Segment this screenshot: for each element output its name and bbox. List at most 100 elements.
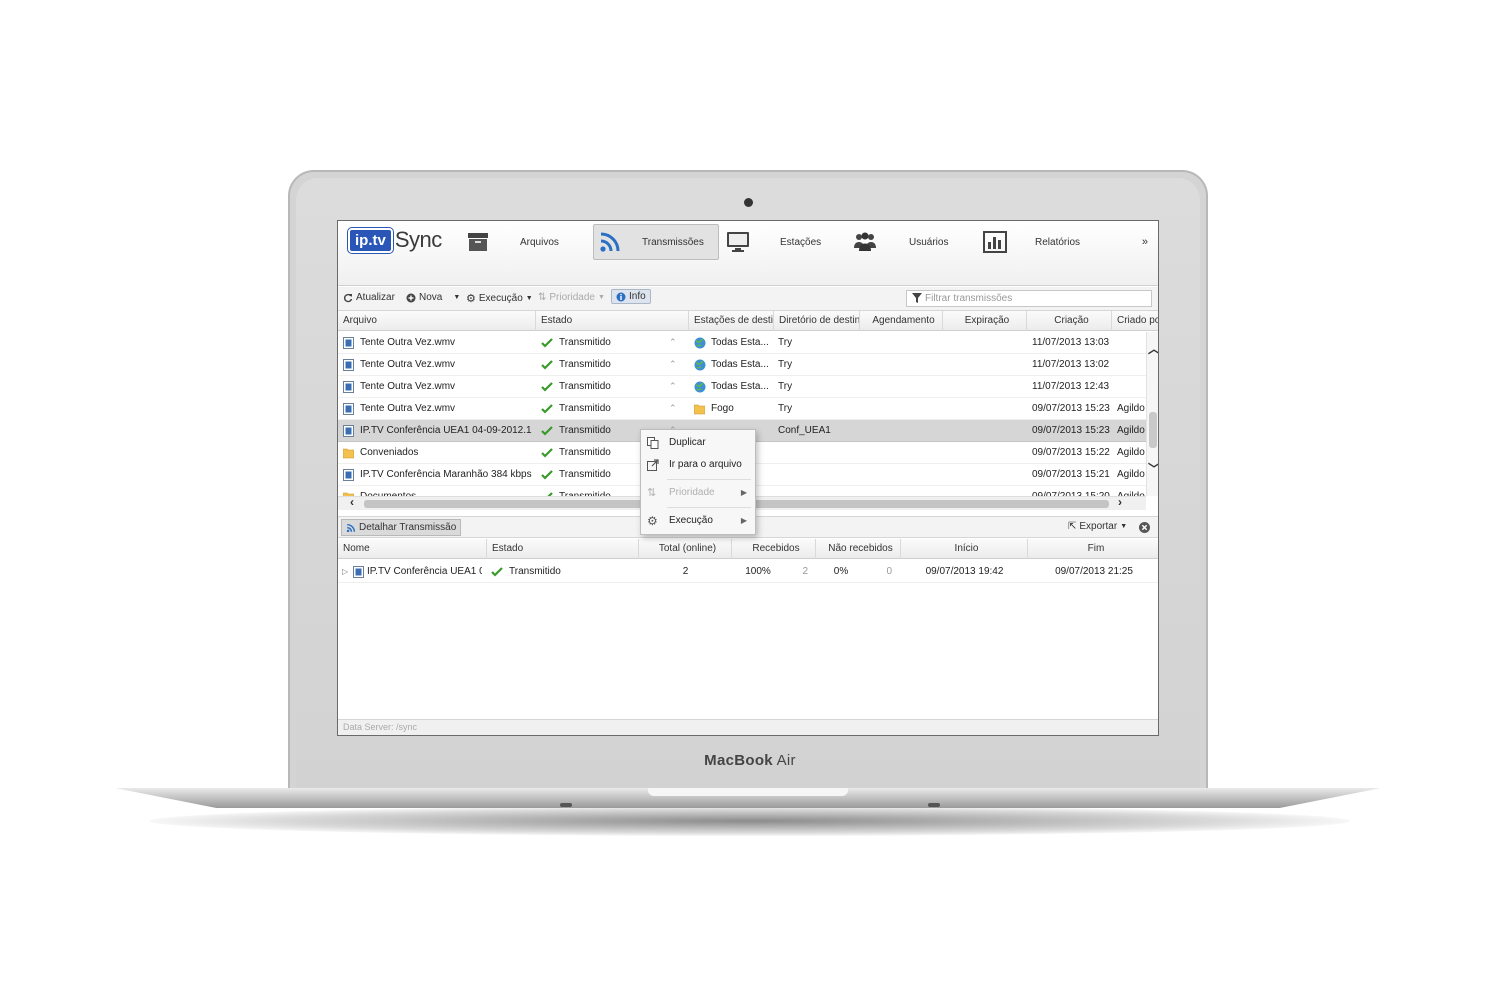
- column-header[interactable]: Estado: [536, 311, 689, 331]
- video-file-icon: [343, 403, 354, 415]
- table-row[interactable]: Tente Outra Vez.wmv Transmitido ⌃ Todas Est…: [338, 354, 1146, 376]
- video-file-icon: [343, 425, 354, 437]
- laptop-notch: [648, 788, 848, 796]
- vertical-scrollbar[interactable]: ︿ ﹀: [1146, 332, 1158, 496]
- nav-item-relatorios[interactable]: Relatórios: [983, 224, 1103, 260]
- check-icon: [541, 338, 553, 348]
- table-row[interactable]: Tente Outra Vez.wmv Transmitido ⌃ Fogo Try 09…: [338, 398, 1146, 420]
- globe-icon: [694, 359, 706, 371]
- check-icon: [541, 382, 553, 392]
- file-name: Tente Outra Vez.wmv: [360, 381, 456, 392]
- info-label: Info: [629, 291, 646, 302]
- scroll-thumb[interactable]: [1149, 412, 1157, 448]
- copy-icon: [647, 437, 659, 449]
- nav-more-button[interactable]: »: [1142, 236, 1148, 248]
- column-header[interactable]: Total (online): [639, 539, 732, 559]
- scroll-right-icon[interactable]: ›: [1118, 495, 1122, 509]
- info-button[interactable]: Info: [611, 289, 651, 304]
- logo[interactable]: ip.tv Sync: [348, 227, 442, 253]
- directory: Try: [778, 381, 793, 392]
- submenu-arrow-icon: ▶: [740, 516, 747, 525]
- globe-icon: [694, 337, 706, 349]
- directory: Try: [778, 337, 793, 348]
- ctx-item-execution[interactable]: ⚙ Execução ▶: [641, 510, 755, 532]
- video-file-icon: [343, 359, 354, 371]
- state: Transmitido: [559, 381, 611, 392]
- detail-state: Transmitido: [509, 566, 561, 577]
- expand-icon[interactable]: ▷: [342, 561, 348, 583]
- nav-label: Relatórios: [1035, 236, 1081, 248]
- priority-up-icon[interactable]: ⌃: [669, 381, 677, 392]
- nav-item-arquivos[interactable]: Arquivos: [466, 224, 586, 260]
- nav-label: Transmissões: [642, 236, 704, 248]
- new-label: Nova: [419, 292, 443, 303]
- created-by: Agildo: [1117, 425, 1145, 436]
- nav-label: Arquivos: [520, 236, 559, 248]
- nav-item-estacoes[interactable]: Estações: [726, 224, 846, 260]
- export-button[interactable]: ⇱ Exportar ▼: [1068, 521, 1127, 532]
- created: 11/07/2013 13:03: [1032, 337, 1110, 348]
- detail-start: 09/07/2013 19:42: [925, 566, 1004, 577]
- column-header[interactable]: Arquivo: [338, 311, 536, 331]
- priority-up-icon[interactable]: ⌃: [669, 403, 677, 414]
- ctx-item-duplicate[interactable]: Duplicar: [641, 432, 755, 454]
- column-header[interactable]: Não recebidos: [816, 539, 901, 559]
- column-header[interactable]: Criação: [1027, 311, 1112, 331]
- column-header[interactable]: Estações de destino: [689, 311, 774, 331]
- ctx-item-go-to-file[interactable]: Ir para o arquivo: [641, 454, 755, 476]
- execution-button[interactable]: ⚙ Execução ▼: [466, 292, 533, 305]
- ctx-label: Ir para o arquivo: [669, 459, 742, 470]
- detail-received-count: 2: [802, 566, 808, 577]
- rss-icon: [346, 523, 356, 532]
- refresh-label: Atualizar: [356, 292, 395, 303]
- ctx-item-priority[interactable]: ⇅ Prioridade ▶: [641, 482, 755, 504]
- detail-not-received-count: 0: [886, 566, 892, 577]
- nav-item-usuarios[interactable]: Usuários: [853, 224, 973, 260]
- table-row[interactable]: Tente Outra Vez.wmv Transmitido ⌃ Todas Est…: [338, 376, 1146, 398]
- created: 09/07/2013 15:23: [1032, 403, 1110, 414]
- column-header[interactable]: Criado por: [1112, 311, 1158, 331]
- created: 09/07/2013 15:21: [1032, 469, 1110, 480]
- detail-transmission-tab[interactable]: Detalhar Transmissão: [341, 519, 462, 536]
- column-header[interactable]: Fim: [1028, 539, 1158, 559]
- scroll-down-icon[interactable]: ﹀: [1148, 460, 1158, 477]
- sort-icon: ⇅: [538, 292, 547, 303]
- filter-placeholder: Filtrar transmissões: [925, 293, 1013, 304]
- sort-icon: ⇅: [647, 487, 657, 499]
- logo-text: Sync: [394, 227, 442, 252]
- directory: Try: [778, 359, 793, 370]
- column-header[interactable]: Início: [901, 539, 1028, 559]
- close-icon[interactable]: [1139, 522, 1150, 533]
- priority-up-icon[interactable]: ⌃: [669, 359, 677, 370]
- new-button[interactable]: Nova ▼: [406, 292, 460, 303]
- column-header[interactable]: Agendamento: [860, 311, 943, 331]
- nav-item-transmissoes[interactable]: Transmissões: [593, 224, 719, 260]
- rss-icon: [600, 232, 620, 252]
- detail-row[interactable]: ▷ IP.TV Conferência UEA1 04 Transmitido …: [338, 561, 1158, 583]
- file-name: Tente Outra Vez.wmv: [360, 359, 456, 370]
- file-name: IP.TV Conferência UEA1 04-09-2012.15...: [360, 425, 532, 436]
- check-icon: [491, 567, 503, 577]
- column-header[interactable]: Nome: [338, 539, 487, 559]
- table-row[interactable]: Tente Outra Vez.wmv Transmitido ⌃ Todas Est…: [338, 332, 1146, 354]
- refresh-button[interactable]: Atualizar: [343, 292, 395, 303]
- scroll-left-icon[interactable]: ‹: [350, 495, 354, 509]
- scroll-up-icon[interactable]: ︿: [1148, 340, 1158, 357]
- column-header[interactable]: Expiração: [943, 311, 1027, 331]
- created: 11/07/2013 13:02: [1032, 359, 1110, 370]
- column-header[interactable]: Recebidos: [732, 539, 816, 559]
- filter-input[interactable]: Filtrar transmissões: [906, 290, 1152, 307]
- export-icon: ⇱: [1068, 521, 1077, 532]
- priority-button[interactable]: ⇅ Prioridade ▼: [538, 292, 605, 303]
- check-icon: [541, 404, 553, 414]
- video-file-icon: [343, 381, 354, 393]
- app-screen: ip.tv Sync Arquivos Transmissões Estaçõe…: [337, 220, 1159, 736]
- column-header[interactable]: Estado: [487, 539, 639, 559]
- plus-circle-icon: [406, 293, 416, 302]
- priority-up-icon[interactable]: ⌃: [669, 337, 677, 348]
- state: Transmitido: [559, 425, 611, 436]
- monitor-icon: [727, 232, 749, 252]
- created-by: [1117, 354, 1146, 376]
- column-header[interactable]: Diretório de destino: [774, 311, 860, 331]
- directory: [778, 442, 858, 464]
